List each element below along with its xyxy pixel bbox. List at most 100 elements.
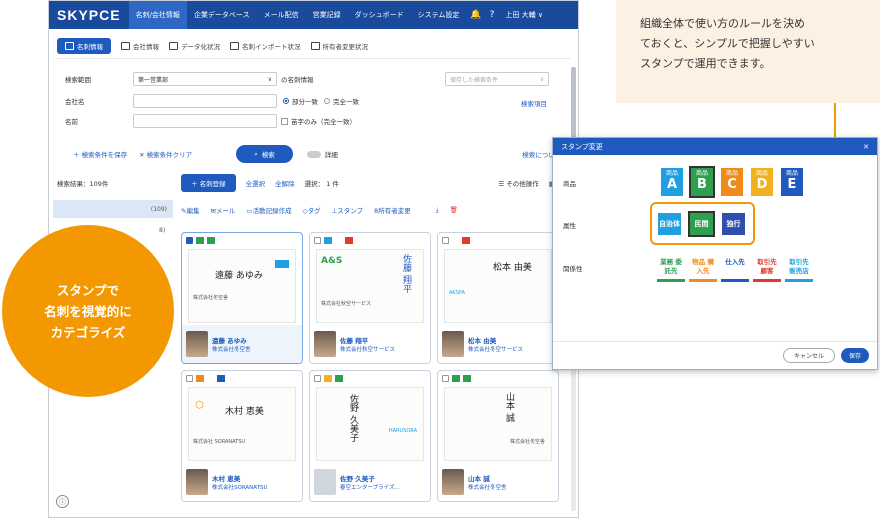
stamp-button[interactable]: ⊥スタンプ <box>332 205 363 215</box>
stamp-product-c[interactable]: 商品 C <box>721 168 743 196</box>
company-logo <box>275 260 289 268</box>
stamp-product-e[interactable]: 商品 E <box>781 168 803 196</box>
card-company[interactable]: 株式会社秋空サービス <box>340 345 395 353</box>
stamp-product-d[interactable]: 商品 D <box>751 168 773 196</box>
nav-settings[interactable]: システム設定 <box>411 1 467 29</box>
card-footer: 佐藤 翔平 株式会社秋空サービス <box>310 325 430 363</box>
detail-toggle[interactable] <box>306 150 321 158</box>
card-checkbox[interactable] <box>442 374 449 382</box>
partial-match-radio[interactable] <box>283 98 289 104</box>
search-button[interactable]: ⌕ 検索 <box>236 145 293 163</box>
stamp-top: 商品 <box>665 170 678 177</box>
card-company[interactable]: 株式会社冬空サービス <box>468 345 523 353</box>
close-icon[interactable]: ✕ <box>863 143 869 151</box>
owner-change-button[interactable]: 8所有者変更 <box>374 205 411 215</box>
tab-data-status[interactable]: データ化状況 <box>169 41 220 51</box>
stamp-icon <box>463 374 471 382</box>
card-checkbox[interactable] <box>186 374 193 382</box>
stamp-top: 商品 <box>695 170 708 177</box>
card-checkbox[interactable] <box>186 236 193 244</box>
user-menu[interactable]: 上田 大輔 ∨ <box>498 1 550 29</box>
tab-card-info[interactable]: 名刺情報 <box>57 37 111 54</box>
scope-suffix: の名刺情報 <box>281 76 314 84</box>
card-name[interactable]: 佐野 久美子 <box>340 473 400 483</box>
stamp-letter: B <box>697 177 707 192</box>
stamp-rel-customer[interactable]: 取引先 顧客 <box>753 256 781 282</box>
tab-owner-status[interactable]: 所有者変更状況 <box>310 41 368 51</box>
card-item[interactable]: 松本 由美 AKSPA 松本 由美 株式会社冬空サービス <box>437 232 559 364</box>
card-header <box>310 233 430 247</box>
card-company[interactable]: 株式会社冬空舎 <box>468 483 507 491</box>
card-item[interactable]: ⬡ 木村 恵美 株式会社 SORANATSU 木村 恵美 株式会社SORANATS… <box>181 370 303 502</box>
card-item[interactable]: 佐野 久美子 HARUSORA 佐野 久美子 春空エンタープライズ... <box>309 370 431 502</box>
card-item[interactable]: A&S 佐藤 翔平 株式会社秋空サービス 佐藤 翔平 株式会社秋空サービス <box>309 232 431 364</box>
card-company[interactable]: 株式会社SORANATSU <box>212 483 268 491</box>
scope-row: 検索範囲 第一営業部 ∨ の名刺情報 <box>65 72 314 86</box>
card-name[interactable]: 山本 誠 <box>468 473 507 483</box>
other-ops-menu[interactable]: ☰ その他操作 <box>498 178 538 188</box>
exact-match-radio[interactable] <box>324 98 330 104</box>
bc-company: 株式会社 SORANATSU <box>193 439 246 445</box>
avatar <box>314 469 336 495</box>
nav-mail[interactable]: メール配信 <box>257 1 306 29</box>
info-icon[interactable]: ⓘ <box>56 495 69 508</box>
edit-button[interactable]: ✎編集 <box>181 205 199 215</box>
mail-button[interactable]: ✉メール <box>210 205 235 215</box>
stamp-icon <box>452 374 460 382</box>
bell-icon[interactable]: 🔔 <box>466 10 485 20</box>
scope-select[interactable]: 第一営業部 ∨ <box>133 72 277 86</box>
card-name[interactable]: 遠藤 あゆみ <box>212 335 251 345</box>
card-footer: 佐野 久美子 春空エンタープライズ... <box>310 463 430 501</box>
card-name[interactable]: 佐藤 翔平 <box>340 335 395 345</box>
trash-icon[interactable]: 🗑 <box>450 206 458 214</box>
tag-button[interactable]: ◇タグ <box>303 205 321 215</box>
card-name[interactable]: 木村 恵美 <box>212 473 268 483</box>
stamp-product-a[interactable]: 商品 A <box>661 168 683 196</box>
search-actions: ＋ 検索条件を保存 ✕ 検索条件クリア ⌕ 検索 詳細 検索について <box>65 145 565 163</box>
save-condition-link[interactable]: ＋ 検索条件を保存 <box>73 149 127 159</box>
download-icon[interactable]: ⤓ <box>436 206 439 215</box>
saved-condition-select[interactable]: 保存した検索条件 ∨ <box>445 72 549 86</box>
circle-line: カテゴライズ <box>50 324 126 340</box>
nav-company-db[interactable]: 企業データベース <box>187 1 257 29</box>
nav-dashboard[interactable]: ダッシュボード <box>348 1 411 29</box>
stamp-rel-dealer[interactable]: 取引先 販売店 <box>785 256 813 282</box>
partial-label: 部分一致 <box>292 98 318 106</box>
cancel-button[interactable]: キャンセル <box>782 348 835 363</box>
save-button[interactable]: 保存 <box>840 348 869 363</box>
card-checkbox[interactable] <box>314 374 321 382</box>
stamp-product-b[interactable]: 商品 B <box>689 166 715 198</box>
company-input[interactable] <box>133 94 277 108</box>
stamp-rel-purchase[interactable]: 物品 購入先 <box>689 256 717 282</box>
stamp-top: 商品 <box>755 170 768 177</box>
surname-only-checkbox[interactable] <box>281 117 288 125</box>
stamp-rel-supplier[interactable]: 仕入先 <box>721 256 749 282</box>
database-icon <box>169 41 178 50</box>
nav-cards[interactable]: 名刺/会社情報 <box>128 1 187 29</box>
card-checkbox[interactable] <box>442 236 449 244</box>
select-all-link[interactable]: 全選択 <box>246 178 266 188</box>
clear-condition-link[interactable]: ✕ 検索条件クリア <box>139 149 192 159</box>
saved-placeholder: 保存した検索条件 <box>450 76 499 84</box>
company-logo: A&S <box>321 256 343 266</box>
name-label: 名前 <box>65 118 78 126</box>
search-fields-link[interactable]: 検索項目 <box>521 98 547 108</box>
callout-line: ておくと、シンプルで把握しやすい <box>640 37 815 50</box>
card-company[interactable]: 春空エンタープライズ... <box>340 483 400 491</box>
card-name[interactable]: 松本 由美 <box>468 335 523 345</box>
card-item[interactable]: 遠藤 あゆみ 株式会社冬空舎 遠藤 あゆみ 株式会社冬空舎 <box>181 232 303 364</box>
name-input[interactable] <box>133 114 277 128</box>
register-card-button[interactable]: ＋ 名刺登録 <box>181 174 236 192</box>
avatar <box>186 469 208 495</box>
help-icon[interactable]: ? <box>486 10 499 20</box>
card-item[interactable]: 山本 誠 株式会社冬空舎 山本 誠株式会社冬空舎 <box>437 370 559 502</box>
tab-company-info[interactable]: 会社情報 <box>121 41 159 51</box>
deselect-all-link[interactable]: 全解除 <box>275 178 295 188</box>
tab-import-status[interactable]: 名刺インポート状況 <box>230 41 301 51</box>
folder-list-item[interactable]: (109) <box>53 200 173 218</box>
card-company[interactable]: 株式会社冬空舎 <box>212 345 251 353</box>
card-checkbox[interactable] <box>314 236 321 244</box>
activity-button[interactable]: ▭活動記録作成 <box>246 205 291 215</box>
stamp-rel-contractor[interactable]: 業務 委託先 <box>657 256 685 282</box>
nav-sales-record[interactable]: 営業記録 <box>306 1 348 29</box>
